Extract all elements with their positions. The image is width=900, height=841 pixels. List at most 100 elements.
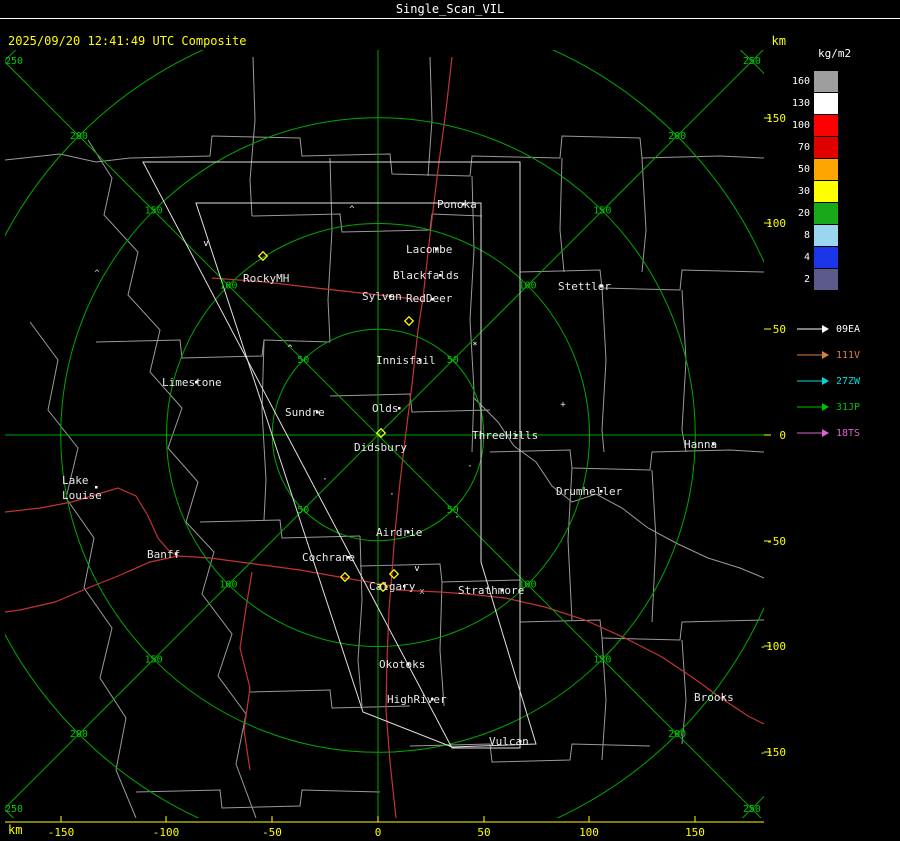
town-label: Lacombe (406, 243, 452, 256)
range-ring-label: 200 (668, 729, 686, 740)
town-label: Vulcan (489, 735, 529, 748)
azimuth-line (377, 50, 764, 436)
right-axis-tick-label: -50 (766, 535, 786, 548)
town-label: Cochrane (302, 551, 355, 564)
bottom-axis-tick-label: -50 (262, 826, 282, 839)
right-axis-tick-label: -150 (760, 746, 787, 759)
town-label: RockyMH (243, 272, 289, 285)
colorbar-unit: kg/m2 (818, 47, 852, 60)
legend-arrow-icon (797, 351, 829, 359)
colorbar-swatch (814, 114, 838, 136)
right-axis-tick-label: 150 (766, 112, 786, 125)
legend-arrow-head (822, 325, 829, 333)
county-boundary (129, 135, 764, 177)
colorbar-row: 100 (786, 114, 838, 136)
colorbar-value: 100 (791, 119, 810, 131)
colorbar-swatch (814, 136, 838, 158)
legend-arrow-head (822, 377, 829, 385)
range-ring-label: 150 (593, 206, 611, 217)
colorbar-swatch (814, 246, 838, 268)
county-boundary (327, 157, 333, 343)
town-label: Olds (372, 402, 399, 415)
town-label: Lake (62, 474, 89, 487)
town-label: Sundre (285, 406, 325, 419)
range-ring-label: 250 (743, 56, 761, 67)
town-label: Calgary (369, 580, 416, 593)
legend-arrow-icon (797, 429, 829, 437)
colorbar-swatch (814, 180, 838, 202)
town-label: Okotoks (379, 658, 425, 671)
town-label: Sylvan (362, 290, 402, 303)
colorbar-swatch (814, 268, 838, 290)
radar-legend: 09EA 111V 27ZW 31JP 18TS (796, 316, 860, 446)
azimuth-line (5, 434, 379, 809)
range-ring-label: 250 (5, 804, 23, 815)
range-ring-label: 150 (145, 206, 163, 217)
legend-row: 09EA (796, 316, 860, 342)
legend-radar-id: 18TS (836, 427, 861, 439)
town-label: Brooks (694, 691, 734, 704)
map-mark: · (322, 475, 327, 485)
map-mark: · (467, 462, 472, 472)
range-ring-label: 100 (519, 280, 537, 291)
map-mark: v (414, 564, 419, 574)
colorbar-value: 4 (803, 251, 810, 263)
county-boundary (641, 157, 647, 273)
county-boundary (489, 449, 764, 471)
map-mark: v (203, 239, 208, 249)
town-label: Hanna (684, 438, 717, 451)
bottom-axis-tick-label: 0 (375, 826, 382, 839)
town-label: Stettler (558, 280, 611, 293)
town-label: Ponoka (437, 198, 477, 211)
range-ring-label: 250 (5, 56, 23, 67)
colorbar-swatch (814, 158, 838, 180)
range-ring-label: 100 (219, 280, 237, 291)
legend-radar-id: 09EA (836, 323, 861, 335)
town-label: RedDeer (406, 292, 453, 305)
map-mark: x (419, 587, 425, 597)
coverage-outline (142, 161, 521, 749)
right-axis-tick-label: 100 (766, 217, 786, 230)
range-ring-label: 200 (70, 729, 88, 740)
legend-arrow-head (822, 429, 829, 437)
colorbar-value: 70 (797, 141, 810, 153)
range-ring-label: 50 (297, 505, 309, 516)
county-boundary (261, 339, 267, 521)
county-boundary (357, 535, 363, 707)
map-mark: ^ (94, 269, 100, 279)
colorbar-value: 20 (797, 207, 810, 219)
highway-line (5, 555, 393, 613)
county-boundary (519, 619, 764, 641)
colorbar-row: 2 (786, 268, 838, 290)
town-label: Limestone (162, 376, 222, 389)
colorbar: 160 130 100 70 50 30 20 8 4 2 (786, 70, 838, 290)
county-boundary (601, 287, 607, 453)
town-label: Innisfail (376, 354, 436, 367)
legend-row: 18TS (796, 420, 860, 446)
bottom-axis-tick-label: 100 (579, 826, 599, 839)
county-boundary (651, 469, 657, 623)
county-boundary (681, 289, 687, 453)
colorbar-row: 20 (786, 202, 838, 224)
colorbar-value: 160 (791, 75, 810, 87)
county-boundary (251, 213, 483, 233)
colorbar-row: 4 (786, 246, 838, 268)
town-label: ThreeHills (472, 429, 538, 442)
county-boundary (95, 339, 331, 359)
right-axis-tick-label: 0 (779, 429, 786, 442)
right-axis-tick-label: 50 (773, 323, 786, 336)
map-mark: * (472, 341, 477, 351)
legend-radar-id: 31JP (836, 401, 861, 413)
map-mark: ^ (287, 344, 293, 354)
legend-arrow-head (822, 403, 829, 411)
map-mark: + (560, 400, 566, 410)
legend-arrow-icon (797, 403, 829, 411)
map-mark: · (454, 513, 459, 523)
right-axis-tick-label: -100 (760, 640, 787, 653)
legend-radar-id: 111V (836, 349, 861, 361)
colorbar-swatch (814, 92, 838, 114)
map-mark: · (389, 490, 394, 500)
colorbar-value: 30 (797, 185, 810, 197)
town-label: Drumheller (556, 485, 623, 498)
bottom-axis-tick-label: 150 (685, 826, 705, 839)
